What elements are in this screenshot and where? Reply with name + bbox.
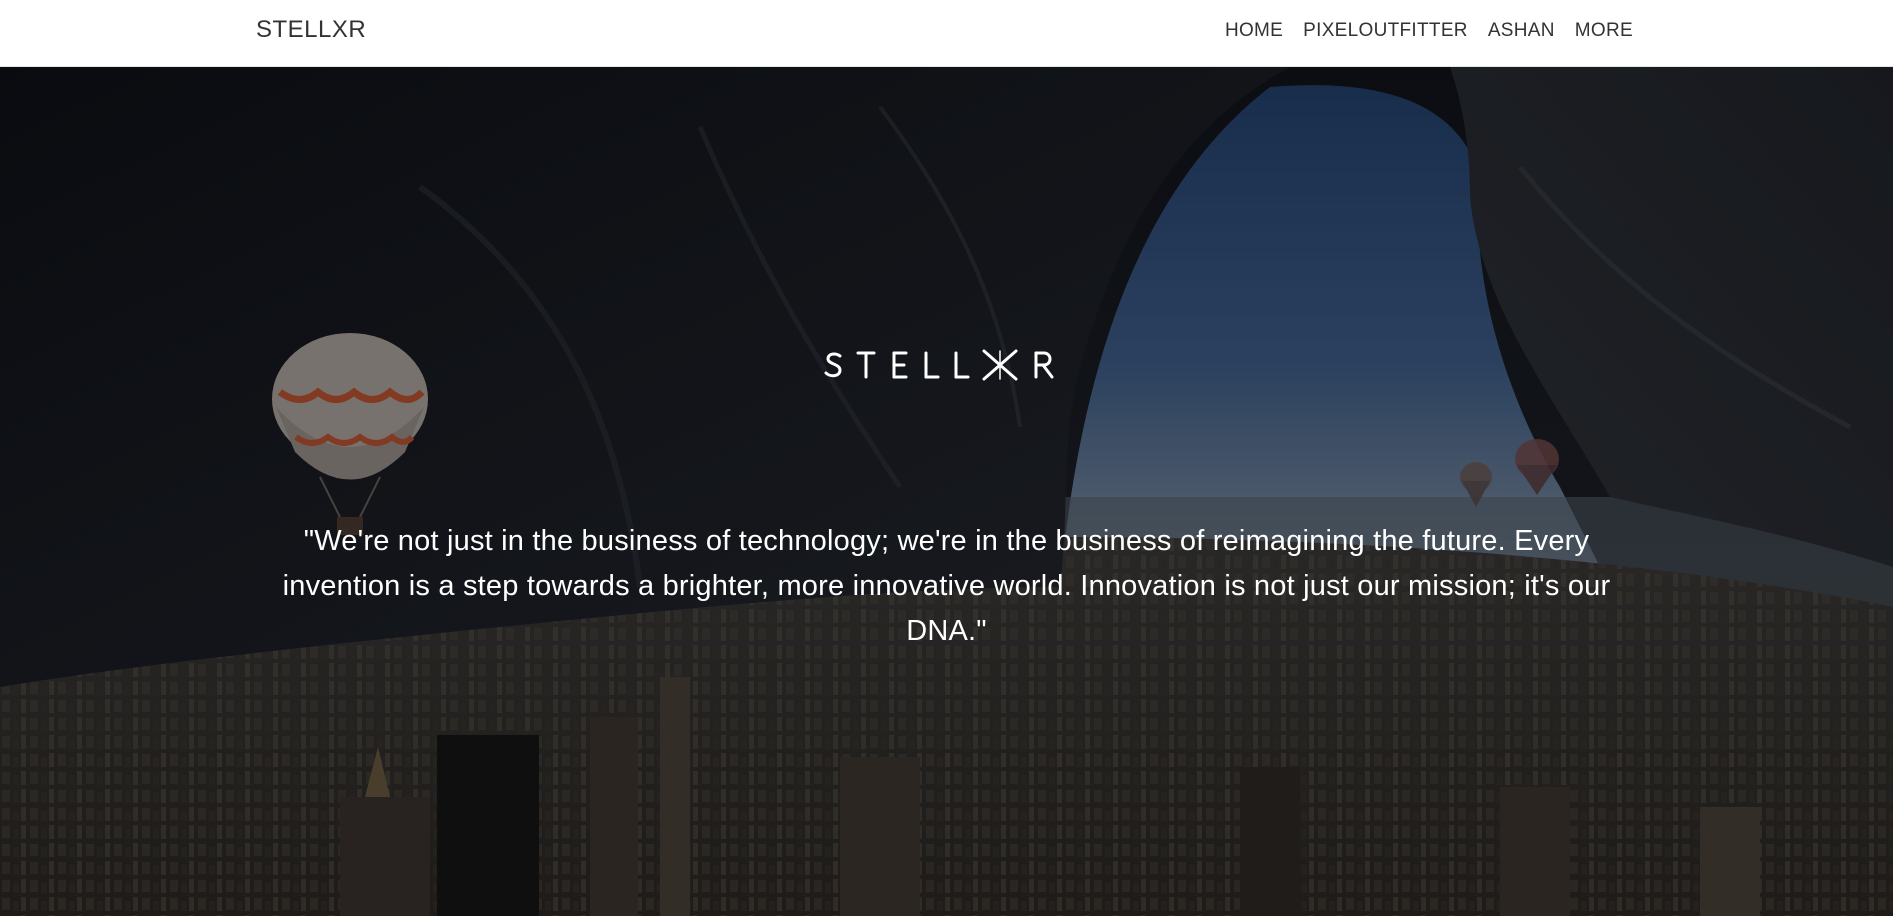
hero-section: "We're not just in the business of techn… [0,67,1893,916]
hero-dark-overlay [0,67,1893,916]
hero-quote: "We're not just in the business of techn… [282,525,1611,647]
stellxr-logo-icon [824,349,1053,381]
brand-logo-link[interactable]: STELLXR [256,16,366,44]
nav-link-ashan[interactable]: ASHAN [1488,20,1555,42]
nav-link-more[interactable]: MORE [1575,20,1633,42]
top-navbar: STELLXR HOME PIXELOUTFITTER ASHAN MORE [0,0,1893,67]
hero-logo [0,347,1893,387]
nav-link-home[interactable]: HOME [1225,20,1283,42]
nav-link-pixeloutfitter[interactable]: PIXELOUTFITTER [1303,20,1468,42]
nav-menu: HOME PIXELOUTFITTER ASHAN MORE [1225,20,1633,42]
